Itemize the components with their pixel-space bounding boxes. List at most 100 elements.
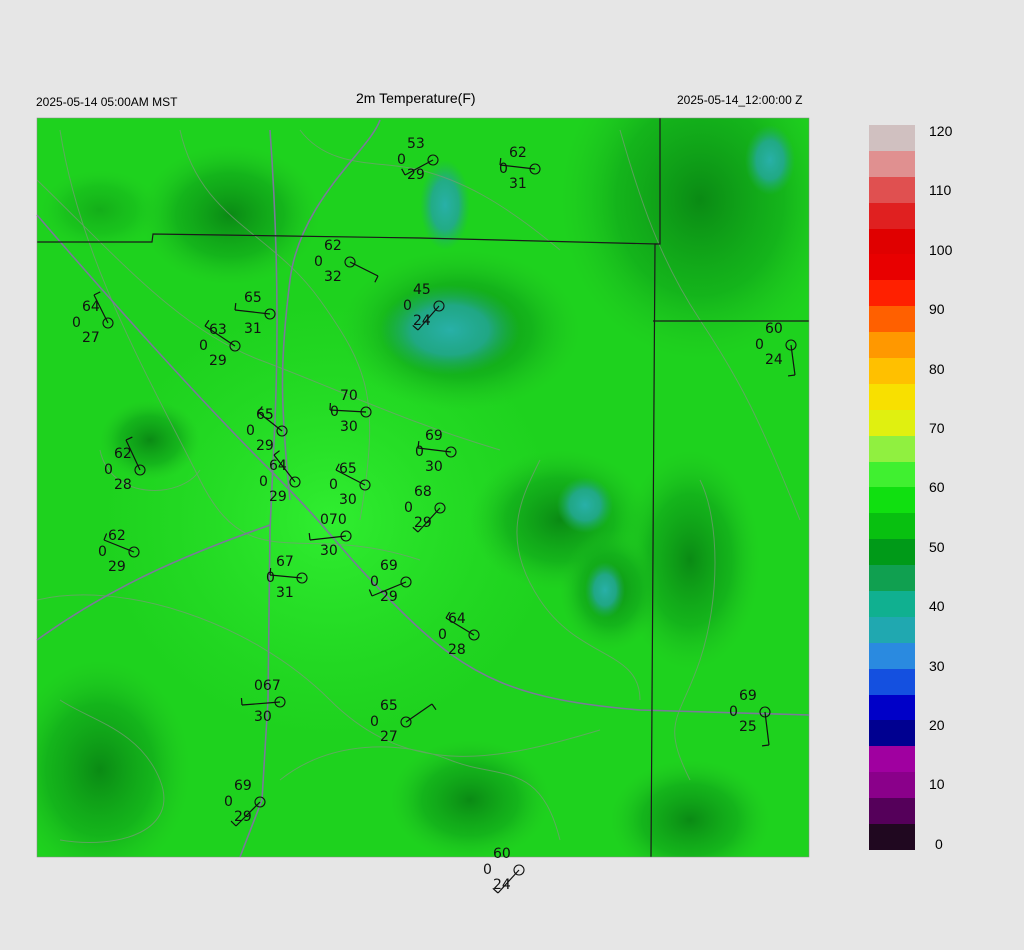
colorbar-tick-label: 80 [929, 360, 945, 377]
colorbar-segment [869, 280, 915, 307]
temperature-map: 5302962031620324502464027653163029600247… [36, 117, 810, 894]
colorbar-segment [869, 125, 915, 151]
colorbar-segment [869, 539, 915, 566]
station-temperature: 69 [739, 688, 757, 704]
station-dewpoint: 25 [739, 719, 757, 735]
colorbar-segment [869, 487, 915, 514]
station-wind-speed: 0 [314, 254, 323, 270]
colorbar-tick-label: 0 [935, 835, 943, 852]
colorbar-tick-label: 30 [929, 657, 945, 674]
colorbar-segment [869, 332, 915, 359]
station-dewpoint: 28 [114, 477, 132, 493]
station-temperature: 65 [244, 290, 262, 306]
station-dewpoint: 29 [209, 353, 227, 369]
colorbar-segment [869, 435, 915, 462]
station-dewpoint: 29 [269, 489, 287, 505]
station-temperature: 45 [413, 282, 431, 298]
station-dewpoint: 24 [413, 313, 431, 329]
station-wind-speed: 0 [72, 315, 81, 331]
station-temperature: 68 [414, 484, 432, 500]
station-wind-speed: 0 [729, 704, 738, 720]
colorbar-segment [869, 824, 915, 850]
colorbar-segment [869, 668, 915, 695]
station-temperature: 62 [114, 446, 132, 462]
station-wind-speed: 0 [98, 544, 107, 560]
station-wind-speed: 0 [199, 338, 208, 354]
station-temperature: 69 [234, 778, 252, 794]
station-dewpoint: 30 [254, 709, 272, 725]
station-wind-speed: 0 [266, 570, 275, 586]
station-dewpoint: 30 [340, 419, 358, 435]
colorbar-segment [869, 591, 915, 617]
colorbar-segment [869, 461, 915, 488]
station-temperature: 62 [324, 238, 342, 254]
station-wind-speed: 0 [415, 444, 424, 460]
wind-barb-flag [761, 744, 770, 747]
station-temperature: 64 [269, 458, 287, 474]
station-wind-speed: 0 [329, 477, 338, 493]
station-temperature: 65 [339, 461, 357, 477]
station-temperature: 60 [493, 846, 511, 862]
station-wind-speed: 0 [224, 794, 233, 810]
station-dewpoint: 30 [425, 459, 443, 475]
station-dewpoint: 32 [324, 269, 342, 285]
colorbar-segment [869, 642, 915, 669]
station-temperature: 067 [254, 678, 281, 694]
station-wind-speed: 0 [404, 500, 413, 516]
colorbar-tick-label: 110 [929, 182, 952, 199]
colorbar-segment [869, 383, 915, 410]
station-dewpoint: 24 [765, 352, 783, 368]
station-temperature: 62 [509, 145, 527, 161]
station-temperature: 60 [765, 321, 783, 337]
colorbar-segment [869, 176, 915, 203]
colorbar [869, 125, 915, 850]
station-temperature: 53 [407, 136, 425, 152]
station-wind-speed: 0 [438, 627, 447, 643]
station-wind-speed: 0 [755, 337, 764, 353]
station-temperature: 64 [82, 299, 100, 315]
station-wind-speed: 0 [104, 462, 113, 478]
station-wind-speed: 0 [246, 423, 255, 439]
colorbar-segment [869, 746, 915, 773]
station-dewpoint: 31 [244, 321, 262, 337]
colorbar-segment [869, 358, 915, 384]
station-dewpoint: 29 [256, 438, 274, 454]
colorbar-tick-label: 90 [929, 301, 945, 318]
station-wind-speed: 0 [499, 161, 508, 177]
colorbar-tick-label: 10 [929, 776, 945, 793]
colorbar-segment [869, 772, 915, 799]
station-wind-speed: 0 [370, 714, 379, 730]
colorbar-segment [869, 202, 915, 229]
colorbar-tick-label: 120 [929, 123, 953, 139]
station-wind-speed: 0 [483, 862, 492, 878]
station-wind-speed: 0 [330, 404, 339, 420]
station-dewpoint: 30 [320, 543, 338, 559]
colorbar-segment [869, 306, 915, 333]
colorbar-tick-label: 70 [929, 420, 945, 436]
station-dewpoint: 24 [493, 877, 511, 893]
colorbar-segment [869, 254, 915, 281]
station-dewpoint: 29 [234, 809, 252, 825]
station-temperature: 65 [256, 407, 274, 423]
colorbar-tick-label: 20 [929, 717, 945, 733]
colorbar-tick-label: 50 [929, 538, 945, 555]
wind-barb-flag [240, 697, 243, 706]
station-wind-speed: 0 [403, 298, 412, 314]
colorbar-segment [869, 616, 915, 643]
colorbar-tick-label: 40 [929, 598, 945, 615]
station-temperature: 69 [425, 428, 443, 444]
colorbar-segment [869, 150, 915, 177]
colorbar-tick-label: 60 [929, 479, 945, 496]
station-temperature: 63 [209, 322, 227, 338]
station-temperature: 69 [380, 558, 398, 574]
station-temperature: 62 [108, 528, 126, 544]
station-temperature: 65 [380, 698, 398, 714]
station-dewpoint: 27 [380, 729, 398, 745]
station-temperature: 70 [340, 388, 358, 404]
station-dewpoint: 27 [82, 330, 100, 346]
station-dewpoint: 29 [407, 167, 425, 183]
colorbar-segment [869, 513, 915, 540]
colorbar-segment [869, 720, 915, 747]
colorbar-segment [869, 565, 915, 592]
wind-barb-flag [308, 532, 311, 541]
